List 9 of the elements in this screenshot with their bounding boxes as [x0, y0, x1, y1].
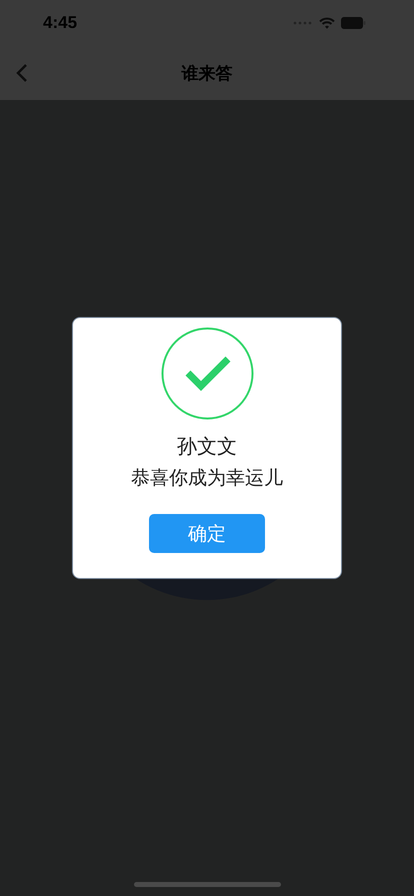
congratulation-message: 恭喜你成为幸运儿	[131, 466, 283, 491]
page-title: 谁来答	[182, 62, 232, 84]
status-time: 4:45	[43, 13, 78, 33]
confirm-button[interactable]: 确定	[149, 514, 265, 553]
battery-icon	[341, 17, 366, 29]
wifi-icon	[319, 17, 335, 29]
back-icon[interactable]	[16, 63, 28, 83]
checkmark-icon	[160, 327, 254, 420]
winner-name: 孙文文	[177, 433, 237, 460]
